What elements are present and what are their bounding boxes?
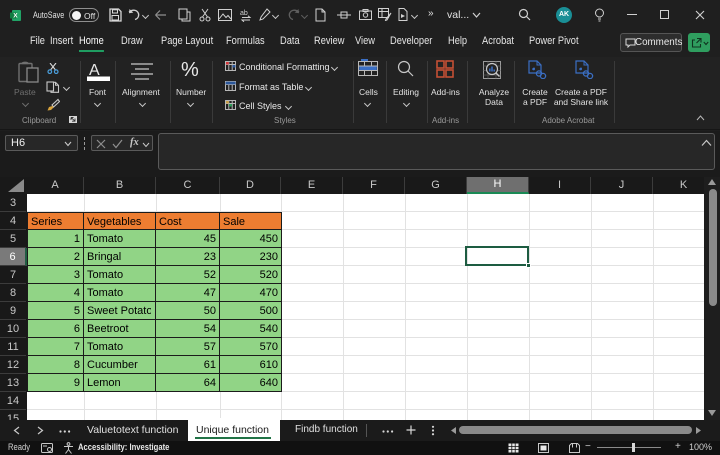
svg-text:X: X xyxy=(13,13,18,20)
svg-text:ab: ab xyxy=(240,10,248,17)
svg-text:A: A xyxy=(89,62,100,79)
svg-text:%: % xyxy=(181,59,199,80)
